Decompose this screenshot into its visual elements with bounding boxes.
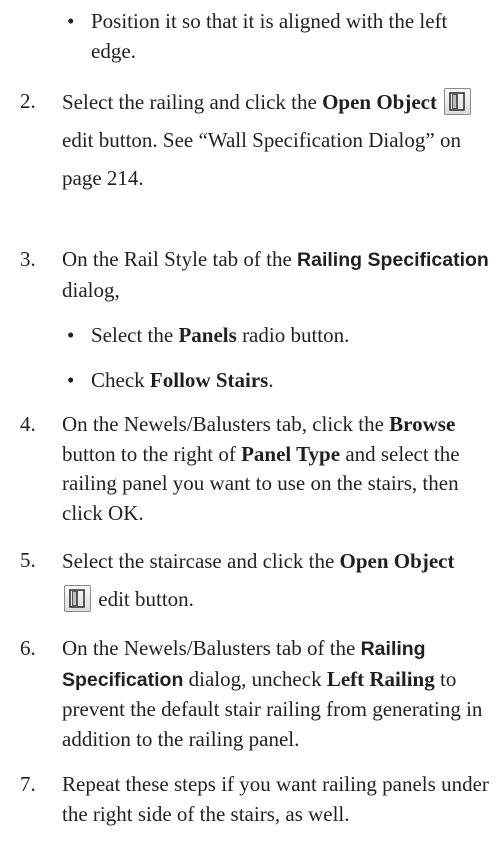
bullet-item-align: • Position it so that it is aligned with… [67,7,487,66]
open-object-icon [64,585,91,612]
step-3: 3. On the Rail Style tab of the Railing … [20,245,490,305]
ui-term: Panels [178,323,237,347]
step-number: 7. [20,772,36,796]
step-text: Select the railing and click the Open Ob… [62,83,490,197]
step-number: 5. [20,548,36,572]
step-number: 3. [20,247,36,271]
ui-term: Open Object [322,90,437,114]
ui-term: Open Object [339,549,455,573]
bullet-text: Position it so that it is aligned with t… [91,9,448,63]
bullet-symbol: • [67,9,75,33]
step-7: 7. Repeat these steps if you want railin… [20,770,490,829]
step-text: On the Newels/Balusters tab, click the B… [62,412,460,525]
step-number: 6. [20,636,36,660]
manual-page: • Position it so that it is aligned with… [0,0,498,844]
ui-term: Left Railing [326,666,435,691]
step-text: Repeat these steps if you want railing p… [62,772,489,826]
dialog-name: Railing Specification [297,249,489,271]
step-text: Select the staircase and click the Open … [62,549,455,612]
bullet-item-panels: • Select the Panels radio button. [67,321,487,351]
step-text: On the Newels/Balusters tab of the Raili… [62,636,483,751]
step-number: 2. [20,89,36,113]
ui-term: Browse [389,412,456,436]
bullet-item-follow-stairs: • Check Follow Stairs. [67,366,487,396]
bullet-text: Select the Panels radio button. [91,323,350,347]
step-4: 4. On the Newels/Balusters tab, click th… [20,410,490,528]
step-5: 5. Select the staircase and click the Op… [20,546,490,618]
step-2: 2. Select the railing and click the Open… [20,87,490,197]
step-text: On the Rail Style tab of the Railing Spe… [62,247,489,302]
step-6: 6. On the Newels/Balusters tab of the Ra… [20,634,490,754]
ui-term: Follow Stairs [149,368,269,392]
bullet-symbol: • [67,368,75,392]
bullet-text: Check Follow Stairs. [91,368,274,392]
step-number: 4. [20,412,36,436]
open-object-icon [444,88,472,115]
ui-term: Panel Type [241,441,341,466]
bullet-symbol: • [67,323,75,347]
